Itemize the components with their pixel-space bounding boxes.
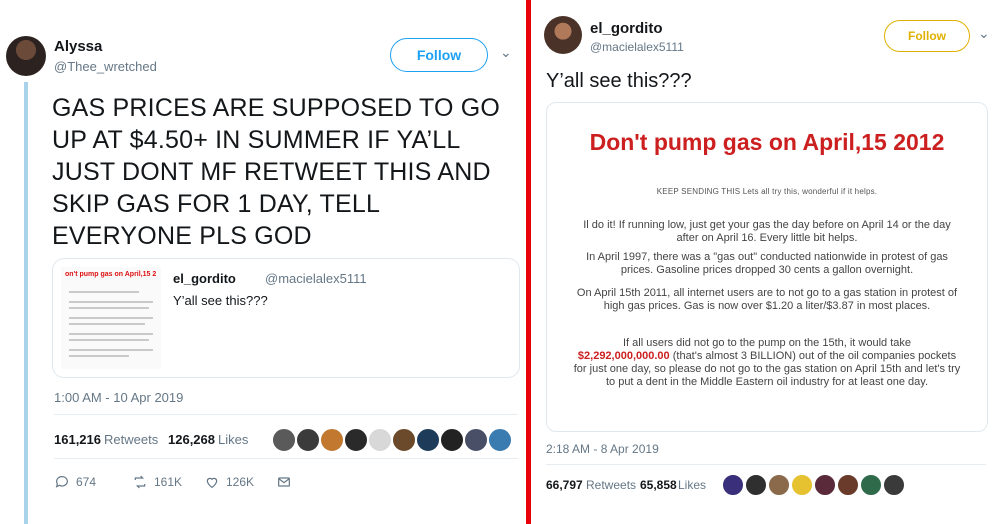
envelope-icon bbox=[278, 477, 290, 487]
display-name[interactable]: Alyssa bbox=[54, 38, 102, 55]
vertical-divider bbox=[526, 0, 531, 524]
timestamp[interactable]: 2:18 AM - 8 Apr 2019 bbox=[546, 442, 659, 456]
chevron-down-icon[interactable]: ⌄ bbox=[500, 44, 512, 61]
quoted-text: Y’all see this??? bbox=[173, 293, 268, 308]
retweets-label[interactable]: Retweets bbox=[586, 478, 636, 492]
liker-avatar[interactable] bbox=[344, 428, 368, 452]
divider bbox=[54, 458, 518, 459]
retweet-count[interactable]: 161,216 bbox=[54, 432, 101, 447]
chevron-down-icon[interactable]: ⌄ bbox=[978, 25, 990, 42]
right-tweet: el_gordito @macielalex5111 Follow ⌄ Y’al… bbox=[532, 0, 1000, 524]
liker-avatar[interactable] bbox=[768, 474, 790, 496]
retweet-icon bbox=[134, 475, 146, 489]
liker-avatar[interactable] bbox=[416, 428, 440, 452]
liker-avatar[interactable] bbox=[392, 428, 416, 452]
liker-avatar[interactable] bbox=[745, 474, 767, 496]
liker-avatar[interactable] bbox=[272, 428, 296, 452]
liker-avatar[interactable] bbox=[320, 428, 344, 452]
liker-avatar[interactable] bbox=[860, 474, 882, 496]
tweet-text: Y’all see this??? bbox=[546, 70, 692, 92]
image-paragraph: On April 15th 2011, all internet users a… bbox=[576, 287, 958, 312]
display-name[interactable]: el_gordito bbox=[590, 20, 663, 37]
left-tweet: Alyssa @Thee_wretched Follow ⌄ GAS PRICE… bbox=[0, 0, 526, 524]
user-handle[interactable]: @macielalex5111 bbox=[590, 40, 684, 54]
thumbnail-title: on't pump gas on April,15 2 bbox=[65, 271, 157, 278]
liker-avatar[interactable] bbox=[440, 428, 464, 452]
thread-line bbox=[24, 82, 28, 524]
thumbnail-line bbox=[69, 307, 149, 309]
thumbnail-line bbox=[69, 333, 153, 335]
user-handle[interactable]: @Thee_wretched bbox=[54, 59, 157, 74]
quoted-display-name: el_gordito bbox=[173, 271, 236, 286]
quoted-image-thumbnail: on't pump gas on April,15 2 bbox=[61, 267, 161, 369]
like-count[interactable]: 126,268 bbox=[168, 432, 215, 447]
liker-avatar[interactable] bbox=[464, 428, 488, 452]
heart-icon bbox=[206, 477, 218, 489]
liker-avatar[interactable] bbox=[296, 428, 320, 452]
image-paragraph: Il do it! If running low, just get your … bbox=[583, 219, 951, 244]
reply-action[interactable]: 674 bbox=[54, 474, 96, 490]
likes-label[interactable]: Likes bbox=[678, 478, 706, 492]
follow-button[interactable]: Follow bbox=[884, 20, 970, 52]
reply-count: 674 bbox=[76, 475, 97, 489]
liker-avatar[interactable] bbox=[837, 474, 859, 496]
retweet-count[interactable]: 66,797 bbox=[546, 478, 583, 492]
thumbnail-line bbox=[69, 291, 139, 293]
avatar[interactable] bbox=[6, 36, 46, 76]
image-paragraph: In April 1997, there was a "gas out" con… bbox=[586, 251, 948, 276]
reply-icon bbox=[55, 476, 68, 488]
thumbnail-line bbox=[69, 355, 129, 357]
thumbnail-line bbox=[69, 317, 153, 319]
image-subtitle: KEEP SENDING THIS Lets all try this, won… bbox=[656, 187, 878, 196]
quoted-handle: @macielalex5111 bbox=[265, 271, 367, 286]
thumbnail-line bbox=[69, 301, 153, 303]
money-amount: $2,292,000,000.00 bbox=[577, 350, 670, 362]
quoted-tweet[interactable]: on't pump gas on April,15 2 el_gordito @… bbox=[52, 258, 520, 378]
retweets-label[interactable]: Retweets bbox=[104, 432, 158, 447]
attached-image[interactable]: Don't pump gas on April,15 2012 KEEP SEN… bbox=[546, 102, 988, 432]
liker-avatar[interactable] bbox=[722, 474, 744, 496]
like-count[interactable]: 65,858 bbox=[640, 478, 677, 492]
thumbnail-line bbox=[69, 323, 145, 325]
image-text: If all users did not go to the pump on t… bbox=[622, 337, 911, 349]
divider bbox=[546, 464, 986, 465]
liker-avatar[interactable] bbox=[883, 474, 905, 496]
message-action[interactable] bbox=[276, 474, 292, 490]
image-paragraph-last: If all users did not go to the pump on t… bbox=[571, 337, 963, 389]
tweet-text: GAS PRICES ARE SUPPOSED TO GO UP AT $4.5… bbox=[52, 94, 501, 250]
divider bbox=[54, 414, 518, 415]
like-action[interactable]: 126K bbox=[204, 474, 254, 490]
liker-avatar[interactable] bbox=[791, 474, 813, 496]
retweet-action-count: 161K bbox=[154, 475, 183, 489]
image-headline: Don't pump gas on April,15 2012 bbox=[589, 129, 945, 155]
liker-avatar[interactable] bbox=[814, 474, 836, 496]
thumbnail-line bbox=[69, 339, 149, 341]
liker-avatar[interactable] bbox=[368, 428, 392, 452]
timestamp[interactable]: 1:00 AM - 10 Apr 2019 bbox=[54, 390, 183, 405]
like-action-count: 126K bbox=[226, 475, 255, 489]
liker-avatar[interactable] bbox=[488, 428, 512, 452]
retweet-action[interactable]: 161K bbox=[132, 474, 182, 490]
likes-label[interactable]: Likes bbox=[218, 432, 248, 447]
thumbnail-line bbox=[69, 349, 153, 351]
follow-button[interactable]: Follow bbox=[390, 38, 488, 72]
avatar[interactable] bbox=[544, 16, 582, 54]
